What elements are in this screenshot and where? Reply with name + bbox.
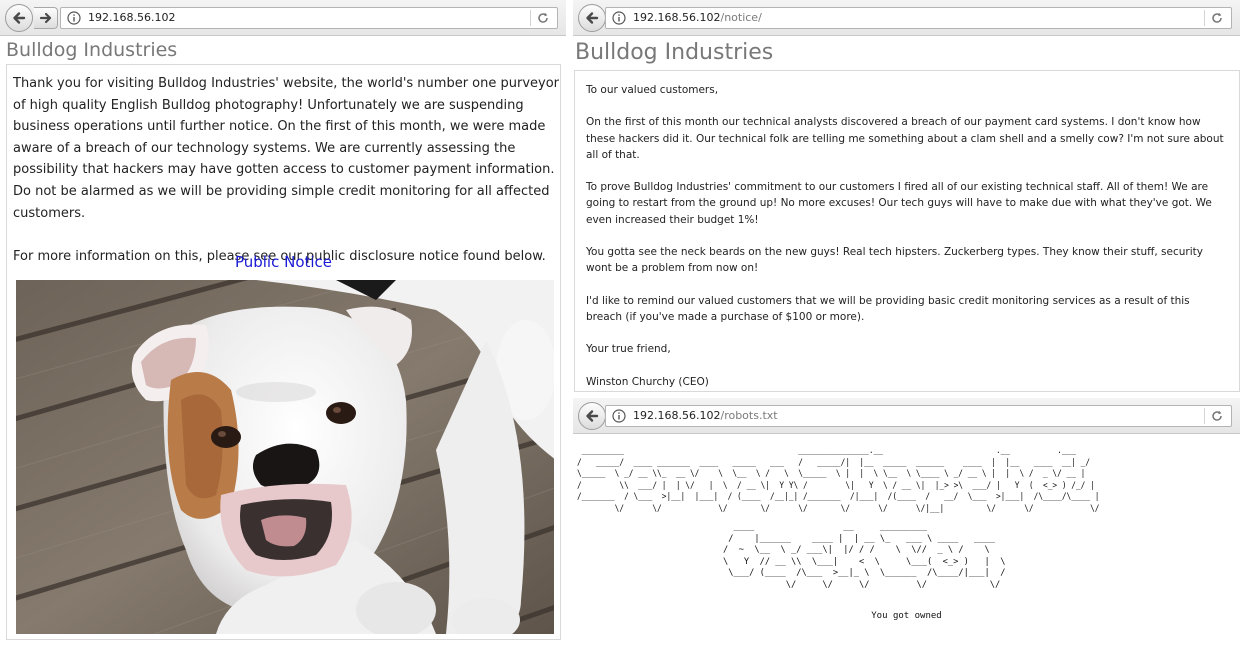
back-button[interactable] — [5, 4, 33, 32]
url-host: 192.168.56.102 — [633, 11, 721, 24]
notice-paragraph: To prove Bulldog Industries' commitment … — [586, 181, 1212, 226]
info-icon[interactable] — [612, 11, 626, 25]
intro-text: Thank you for visiting Bulldog Industrie… — [13, 73, 559, 267]
notice-browser-window: 192.168.56.102/notice/ Bulldog Industrie… — [573, 0, 1240, 395]
url-text: 192.168.56.102/robots.txt — [633, 409, 778, 422]
url-path: /notice/ — [720, 11, 762, 24]
address-bar[interactable]: 192.168.56.102/robots.txt — [605, 405, 1232, 427]
forward-arrow-icon — [39, 12, 51, 24]
owned-message: You got owned — [871, 611, 942, 621]
notice-paragraph: I'd like to remind our valued customers … — [586, 294, 1190, 323]
bulldog-photo — [16, 280, 554, 634]
back-arrow-icon — [586, 410, 599, 422]
reload-icon — [1211, 410, 1222, 421]
url-host: 192.168.56.102 — [88, 11, 176, 24]
info-icon[interactable] — [67, 11, 81, 25]
signature-text: Winston Churchy (CEO) — [586, 375, 709, 388]
ascii-banner-top: _________ _______________.__ .__ .___ / … — [577, 446, 1100, 514]
info-icon[interactable] — [612, 409, 626, 423]
reload-button[interactable] — [1204, 10, 1228, 26]
forward-button[interactable] — [34, 7, 58, 29]
site-title: Bulldog Industries — [6, 39, 178, 61]
back-button[interactable] — [578, 4, 606, 32]
notice-paragraph: On the first of this month our technical… — [586, 116, 1224, 161]
notice-paragraph: You gotta see the neck beards on the new… — [586, 245, 1203, 275]
address-bar[interactable]: 192.168.56.102 — [60, 7, 558, 29]
site-title: Bulldog Industries — [575, 40, 774, 65]
robots-browser-window: 192.168.56.102/robots.txt _________ ____… — [573, 398, 1240, 650]
back-button[interactable] — [578, 402, 606, 430]
closing-text: Your true friend, — [586, 343, 671, 356]
notice-browser-toolbar: 192.168.56.102/notice/ — [573, 0, 1240, 36]
reload-icon — [1211, 12, 1222, 23]
notice-panel: To our valued customers, On the first of… — [574, 70, 1240, 392]
ascii-banner-bottom: ____ __ _________ / |______ ____ | | __ … — [723, 522, 1006, 590]
intro-panel: Thank you for visiting Bulldog Industrie… — [6, 64, 561, 640]
greeting-text: To our valued customers, — [586, 84, 719, 96]
back-arrow-icon — [586, 12, 599, 24]
robots-browser-toolbar: 192.168.56.102/robots.txt — [573, 398, 1240, 434]
reload-button[interactable] — [1204, 408, 1228, 424]
intro-paragraph: Thank you for visiting Bulldog Industrie… — [13, 76, 560, 221]
url-path: /robots.txt — [720, 409, 778, 422]
url-text: 192.168.56.102/notice/ — [633, 11, 762, 24]
url-host: 192.168.56.102 — [633, 409, 721, 422]
left-browser-toolbar: 192.168.56.102 — [0, 0, 566, 36]
reload-button[interactable] — [530, 10, 554, 26]
back-arrow-icon — [13, 12, 26, 24]
reload-icon — [537, 12, 548, 23]
public-notice-link[interactable]: Public Notice — [7, 253, 560, 271]
url-text: 192.168.56.102 — [88, 11, 175, 24]
left-browser-window: 192.168.56.102 Bulldog Industries Thank … — [0, 0, 566, 650]
address-bar[interactable]: 192.168.56.102/notice/ — [605, 7, 1232, 29]
